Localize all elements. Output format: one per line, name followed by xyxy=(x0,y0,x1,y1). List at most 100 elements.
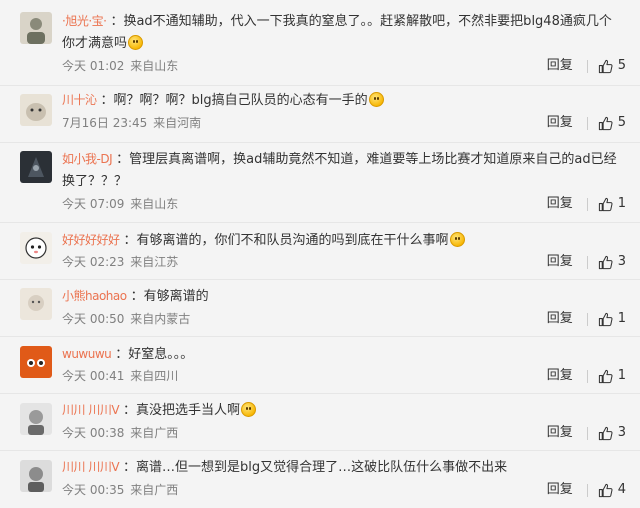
username-link[interactable]: 川十沁 xyxy=(62,93,97,107)
avatar[interactable] xyxy=(20,232,52,264)
comment-text: 真没把选手当人啊 xyxy=(136,403,241,418)
comment-text: 有够离谱的 xyxy=(143,289,209,304)
comment-actions: 回复 1 xyxy=(547,368,626,384)
avatar-image xyxy=(20,403,52,435)
reply-button[interactable]: 回复 xyxy=(547,254,573,270)
comment-actions: 回复 5 xyxy=(547,115,626,131)
reply-button[interactable]: 回复 xyxy=(547,58,573,74)
reply-button[interactable]: 回复 xyxy=(547,368,573,384)
like-button[interactable]: 3 xyxy=(598,425,626,441)
username-link[interactable]: wuwuwu xyxy=(62,347,112,361)
like-button[interactable]: 4 xyxy=(598,482,626,498)
avatar[interactable] xyxy=(20,288,52,320)
avatar[interactable] xyxy=(20,151,52,183)
comment-meta: 今天 00:35 来自广西 xyxy=(62,482,180,498)
comment-location: 来自广西 xyxy=(130,483,179,497)
avatar[interactable] xyxy=(20,346,52,378)
avatar-image xyxy=(20,460,52,492)
like-count: 1 xyxy=(617,196,626,211)
reply-button[interactable]: 回复 xyxy=(547,482,573,498)
comment-time: 今天 00:41 xyxy=(62,369,125,383)
thumbs-up-icon xyxy=(598,483,613,497)
divider xyxy=(586,312,588,326)
reply-button[interactable]: 回复 xyxy=(547,196,573,212)
colon: ： xyxy=(115,347,129,362)
comment-time: 今天 01:02 xyxy=(62,59,125,73)
comment-meta: 今天 00:38 来自广西 xyxy=(62,425,180,441)
avatar[interactable] xyxy=(20,460,52,492)
comment-body: wuwuwu ：好窒息。。。 xyxy=(62,343,618,366)
like-button[interactable]: 1 xyxy=(598,368,626,384)
reply-button[interactable]: 回复 xyxy=(547,115,573,131)
username-link[interactable]: ·旭光·宝· xyxy=(62,14,107,28)
comment-body: 川川 川川V ：离谱…但一想到是blg又觉得合理了…这破比队伍什么事做不出来 xyxy=(62,456,618,479)
comment-item: wuwuwu ：好窒息。。。 今天 00:41 来自四川 回复 1 xyxy=(0,337,640,394)
username-link[interactable]: 川川 川川V xyxy=(62,403,120,417)
comment-actions: 回复 4 xyxy=(547,482,626,498)
username-link[interactable]: 小熊haohao xyxy=(62,289,127,303)
avatar-image xyxy=(20,94,52,126)
username-link[interactable]: 好好好好好 xyxy=(62,233,120,247)
comment-meta: 今天 07:09 来自山东 xyxy=(62,196,180,212)
like-button[interactable]: 3 xyxy=(598,254,626,270)
like-count: 1 xyxy=(617,311,626,326)
comment-location: 来自山东 xyxy=(130,197,179,211)
username-link[interactable]: 川川 川川V xyxy=(62,460,120,474)
avatar-image xyxy=(20,346,52,378)
comment-item: 好好好好好 ：有够离谱的，你们不和队员沟通的吗到底在干什么事啊 今天 02:23 … xyxy=(0,223,640,280)
divider xyxy=(586,369,588,383)
smile-emoji-icon xyxy=(128,35,144,50)
comment-body: 好好好好好 ：有够离谱的，你们不和队员沟通的吗到底在干什么事啊 xyxy=(62,229,618,252)
comment-location: 来自广西 xyxy=(130,426,179,440)
comment-location: 来自内蒙古 xyxy=(130,312,191,326)
comment-body: 如小我-DJ ：管理层真离谱啊，换ad辅助竟然不知道，难道要等上场比赛才知道原来自… xyxy=(62,148,618,193)
comment-actions: 回复 5 xyxy=(547,58,626,74)
comment-item: 川川 川川V ：离谱…但一想到是blg又觉得合理了…这破比队伍什么事做不出来 今天… xyxy=(0,451,640,508)
comment-location: 来自江苏 xyxy=(130,255,179,269)
reply-button[interactable]: 回复 xyxy=(547,311,573,327)
divider xyxy=(586,116,588,130)
thumbs-up-icon xyxy=(598,426,613,440)
comment-text: 换ad不通知辅助，代入一下我真的窒息了。。赶紧解散吧，不然非要把blg48通疯几… xyxy=(62,14,612,51)
colon: ： xyxy=(130,289,144,304)
comment-body: 川十沁 ：啊？啊？啊？blg搞自己队员的心态有一手的 xyxy=(62,89,618,112)
like-count: 5 xyxy=(617,115,626,130)
comment-location: 来自河南 xyxy=(153,116,202,130)
username-link[interactable]: 如小我-DJ xyxy=(62,152,113,166)
comment-time: 今天 07:09 xyxy=(62,197,125,211)
comment-meta: 今天 00:41 来自四川 xyxy=(62,368,180,384)
like-button[interactable]: 5 xyxy=(598,115,626,131)
comment-actions: 回复 3 xyxy=(547,425,626,441)
divider xyxy=(586,197,588,211)
comment-actions: 回复 1 xyxy=(547,196,626,212)
reply-button[interactable]: 回复 xyxy=(547,425,573,441)
comment-text: 好窒息。。。 xyxy=(128,347,194,362)
thumbs-up-icon xyxy=(598,369,613,383)
comment-time: 今天 00:35 xyxy=(62,483,125,497)
comment-item: 川川 川川V ：真没把选手当人啊 今天 00:38 来自广西 回复 3 xyxy=(0,394,640,451)
like-button[interactable]: 1 xyxy=(598,311,626,327)
avatar[interactable] xyxy=(20,94,52,126)
sweat-emoji-icon xyxy=(368,92,384,107)
avatar-image xyxy=(20,288,52,320)
comment-list: ·旭光·宝· ： 换ad不通知辅助，代入一下我真的窒息了。。赶紧解散吧，不然非要把b… xyxy=(0,0,640,508)
comment-body: 小熊haohao ：有够离谱的 xyxy=(62,285,618,308)
like-button[interactable]: 5 xyxy=(598,58,626,74)
divider xyxy=(586,426,588,440)
thumbs-up-icon xyxy=(598,312,613,326)
divider xyxy=(586,59,588,73)
avatar[interactable] xyxy=(20,403,52,435)
like-count: 3 xyxy=(617,254,626,269)
like-button[interactable]: 1 xyxy=(598,196,626,212)
divider xyxy=(586,255,588,269)
comment-text: 啊？啊？啊？blg搞自己队员的心态有一手的 xyxy=(113,93,368,108)
like-count: 3 xyxy=(617,425,626,440)
avatar-image xyxy=(20,151,52,183)
comment-meta: 今天 02:23 来自江苏 xyxy=(62,254,180,270)
colon: ： xyxy=(123,403,137,418)
thumbs-up-icon xyxy=(598,255,613,269)
comment-location: 来自山东 xyxy=(130,59,179,73)
comment-text: 管理层真离谱啊，换ad辅助竟然不知道，难道要等上场比赛才知道原来自己的ad已经换… xyxy=(62,152,617,189)
colon: ： xyxy=(100,93,114,108)
avatar[interactable] xyxy=(20,12,52,44)
